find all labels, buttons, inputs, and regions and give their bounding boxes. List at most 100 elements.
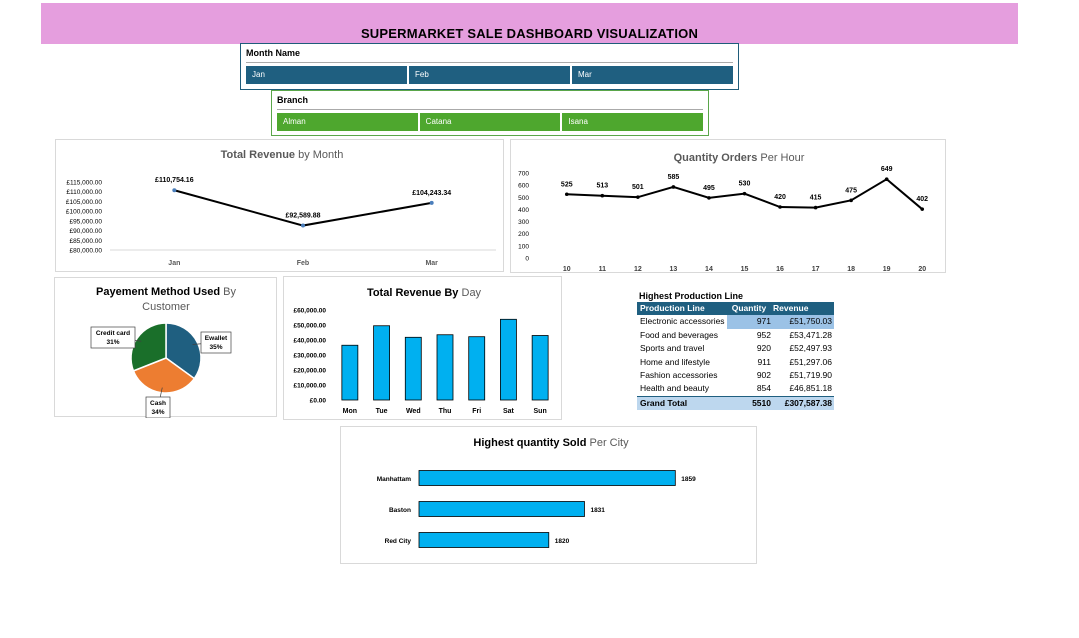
x-tick-label: Thu	[439, 408, 452, 415]
data-label: 525	[561, 181, 573, 188]
table-total-row-cell: 5510	[752, 397, 771, 408]
table-total-row-cell: £307,587.38	[784, 397, 832, 408]
x-tick-label: 18	[847, 266, 855, 273]
data-label: 402	[916, 196, 928, 203]
y-tick-label: £30,000.00	[293, 353, 326, 360]
table-total-row-cell: Grand Total	[640, 397, 688, 408]
x-tick-label: 17	[812, 266, 820, 273]
production-line-table-body: Production Line Quantity Revenue Electronic…	[637, 302, 837, 411]
payment-method-title-bold: Payement Method Used	[96, 286, 220, 298]
table-row-cell: 971	[727, 315, 773, 329]
x-tick-label: 15	[741, 266, 749, 273]
table-header-row-cell: Revenue	[773, 303, 809, 313]
y-tick-label: £90,000.00	[69, 228, 102, 235]
x-tick-label: Mon	[343, 408, 357, 415]
y-tick-label: Red City	[385, 538, 412, 545]
payment-method-title-line2: Customer	[142, 301, 190, 313]
bar-sat	[500, 318, 517, 401]
orders-per-hour-title: Quantity Orders Per Hour	[674, 152, 805, 164]
revenue-by-day-chart: Total Revenue By Day £60,000.00 £50,000.0…	[293, 287, 549, 415]
revenue-by-day-title-rest: Day	[458, 287, 481, 299]
month-slicer-item-jan[interactable]: Jan	[246, 66, 407, 84]
table-row: Food and beverages 952 £53,471.28	[637, 329, 834, 342]
month-slicer: Month Name Jan Feb Mar	[240, 43, 739, 90]
x-tick-label: Wed	[406, 408, 421, 415]
bar-tue	[373, 325, 390, 401]
x-tick-label: Mar	[425, 260, 438, 267]
table-row-cell: Sports and travel	[640, 343, 705, 354]
data-label: 415	[810, 195, 822, 202]
y-tick-label: £105,000.00	[66, 199, 103, 206]
data-point	[920, 207, 925, 211]
pie-label-name: Cash	[150, 400, 166, 407]
month-slicer-item-mar[interactable]: Mar	[572, 66, 733, 84]
table-row-cell: 902	[756, 370, 771, 380]
payment-method-title-rest: By	[220, 286, 236, 298]
orders-per-hour-card: Quantity Orders Per Hour 700 600 500 400 300…	[510, 139, 946, 273]
data-label: 501	[632, 184, 644, 191]
branch-slicer-label: Branch	[277, 95, 309, 105]
table-header-row: Production Line Quantity Revenue	[637, 302, 834, 316]
data-label: 649	[881, 166, 893, 173]
table-header-row-cell: Production Line	[640, 303, 705, 313]
month-slicer-item-feb[interactable]: Feb	[409, 66, 570, 84]
x-tick-label: Feb	[297, 260, 309, 267]
y-tick-label: 600	[518, 183, 529, 190]
table-row: Home and lifestyle 911 £51,297.06	[637, 356, 834, 369]
y-tick-label: £100,000.00	[66, 209, 103, 216]
y-tick-label: £50,000.00	[293, 323, 326, 330]
data-label: 475	[845, 187, 857, 194]
y-tick-label: Manhattam	[377, 476, 412, 483]
table-header-row-cell: Quantity	[731, 303, 767, 313]
quantity-per-city-card: Highest quantity Sold Per City Manhattam…	[340, 426, 757, 564]
x-tick-label: 10	[563, 266, 571, 273]
table-row-cell: Health and beauty	[640, 383, 709, 394]
x-tick-label: Jan	[168, 260, 180, 267]
bar-red-city	[418, 532, 550, 548]
x-tick-label: 14	[705, 266, 713, 273]
y-tick-label: £10,000.00	[293, 383, 326, 390]
orders-per-hour-title-rest: Per Hour	[757, 152, 804, 164]
data-label: 513	[596, 183, 608, 190]
branch-slicer-item-isana[interactable]: Isana	[562, 113, 704, 131]
branch-slicer-item-alman[interactable]: Alman	[277, 113, 418, 131]
y-tick-label: 200	[518, 231, 529, 238]
table-row-cell: Electronic accessories	[640, 316, 725, 327]
table-row-cell: 854	[756, 383, 771, 394]
bar-wed	[404, 336, 422, 401]
branch-slicer-divider	[277, 109, 703, 110]
production-line-table: Highest Production Line Production Line Q…	[637, 289, 837, 411]
x-tick-label: Sat	[503, 408, 515, 415]
y-tick-label: £40,000.00	[293, 338, 326, 345]
header-bar: SUPERMARKET SALE DASHBOARD VISUALIZATION	[41, 3, 1018, 44]
x-tick-label: 11	[599, 266, 607, 273]
month-slicer-divider	[246, 62, 733, 63]
revenue-by-day-title: Total Revenue By Day	[367, 287, 482, 299]
pie-label-value: 31%	[106, 339, 119, 346]
dashboard-title: SUPERMARKET SALE DASHBOARD VISUALIZATION	[360, 26, 699, 41]
data-label: £104,243.34	[412, 190, 451, 197]
data-point	[172, 188, 177, 193]
x-tick-label: Tue	[376, 408, 388, 415]
revenue-by-month-chart: Total Revenue by Month £115,000.00 £110,0…	[66, 149, 496, 267]
x-tick-label: 19	[883, 266, 891, 273]
data-point	[884, 177, 889, 181]
revenue-by-month-title-bold: Total Revenue	[221, 149, 295, 161]
x-tick-label: Sun	[534, 408, 547, 415]
x-tick-label: Fri	[472, 408, 481, 415]
branch-slicer: Branch Alman Catana Isana	[271, 90, 709, 136]
payment-method-title: Payement Method Used By	[96, 286, 236, 298]
revenue-by-month-title-rest: by Month	[295, 149, 343, 161]
bar-fri	[468, 336, 486, 401]
table-row-cell: £52,497.93	[789, 343, 832, 354]
y-tick-label: 100	[518, 243, 529, 250]
quantity-per-city-chart: Highest quantity Sold Per City Manhattam…	[377, 437, 696, 548]
branch-slicer-item-catana[interactable]: Catana	[419, 113, 561, 131]
bar-baston	[418, 501, 585, 517]
bar-thu	[436, 334, 454, 401]
data-point	[429, 200, 434, 205]
table-row: Health and beauty 854 £46,851.18	[637, 382, 834, 395]
month-slicer-label: Month Name	[246, 48, 300, 58]
orders-per-hour-title-bold: Quantity Orders	[674, 152, 758, 164]
revenue-by-day-card: Total Revenue By Day £60,000.00 £50,000.0…	[283, 276, 562, 420]
